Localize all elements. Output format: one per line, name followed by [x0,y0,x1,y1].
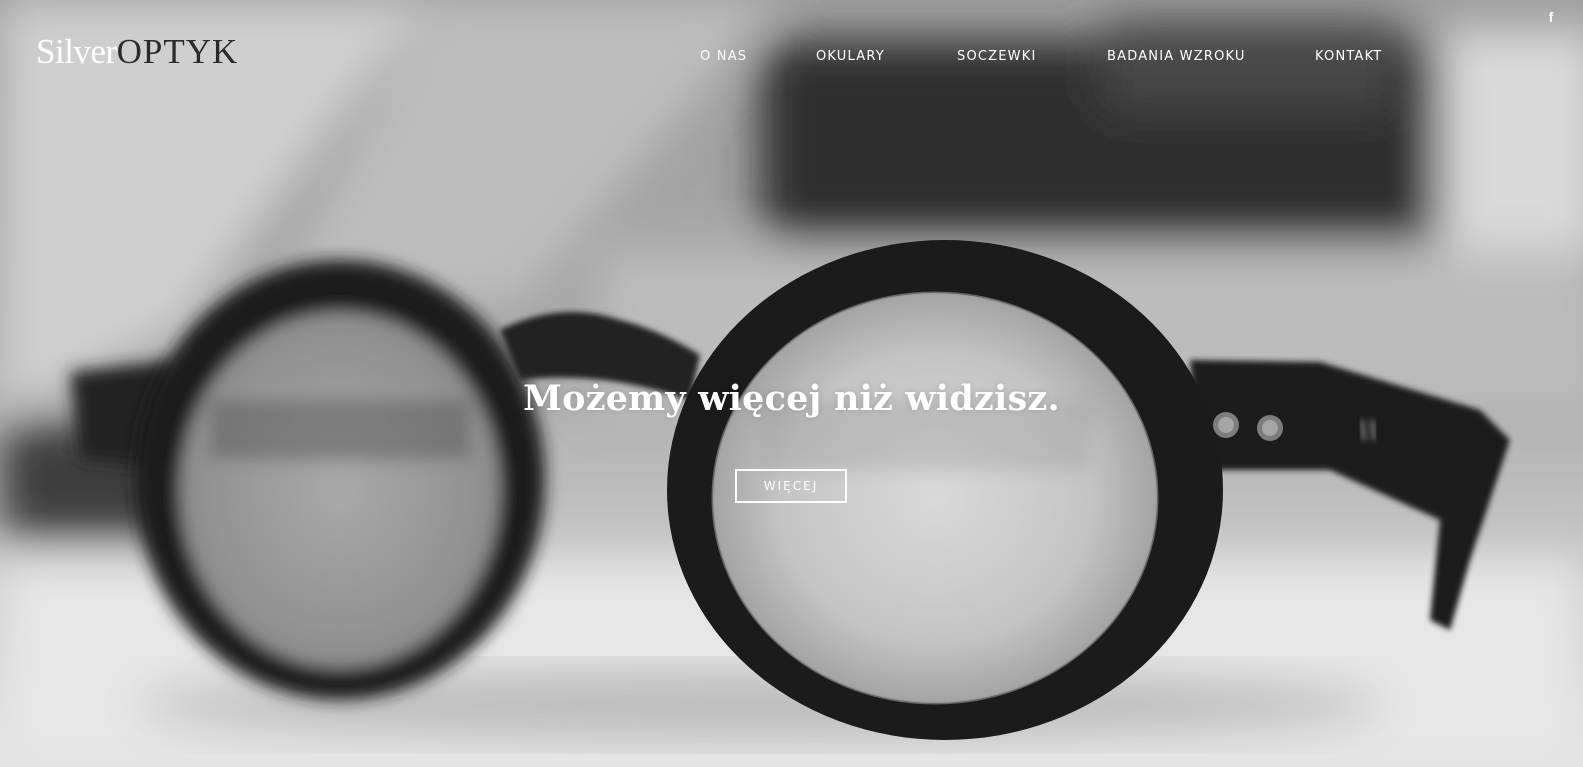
nav-item-badania-wzroku[interactable]: BADANIA WZROKU [1107,49,1246,64]
brand-logo-optyk: OPTYK [116,32,239,71]
nav-item-soczewki[interactable]: SOCZEWKI [957,49,1037,64]
nav-item-o-nas[interactable]: O NAS [700,49,747,64]
brand-logo-silver: Silver [36,32,117,71]
hero-headline: Możemy więcej niż widzisz. [523,378,1060,419]
nav-item-kontakt[interactable]: KONTAKT [1315,49,1382,64]
facebook-icon[interactable]: f [1546,10,1556,24]
nav-item-okulary[interactable]: OKULARY [816,49,885,64]
brand-logo[interactable]: SilverOPTYK [36,34,238,69]
more-button[interactable]: WIĘCEJ [735,469,847,503]
